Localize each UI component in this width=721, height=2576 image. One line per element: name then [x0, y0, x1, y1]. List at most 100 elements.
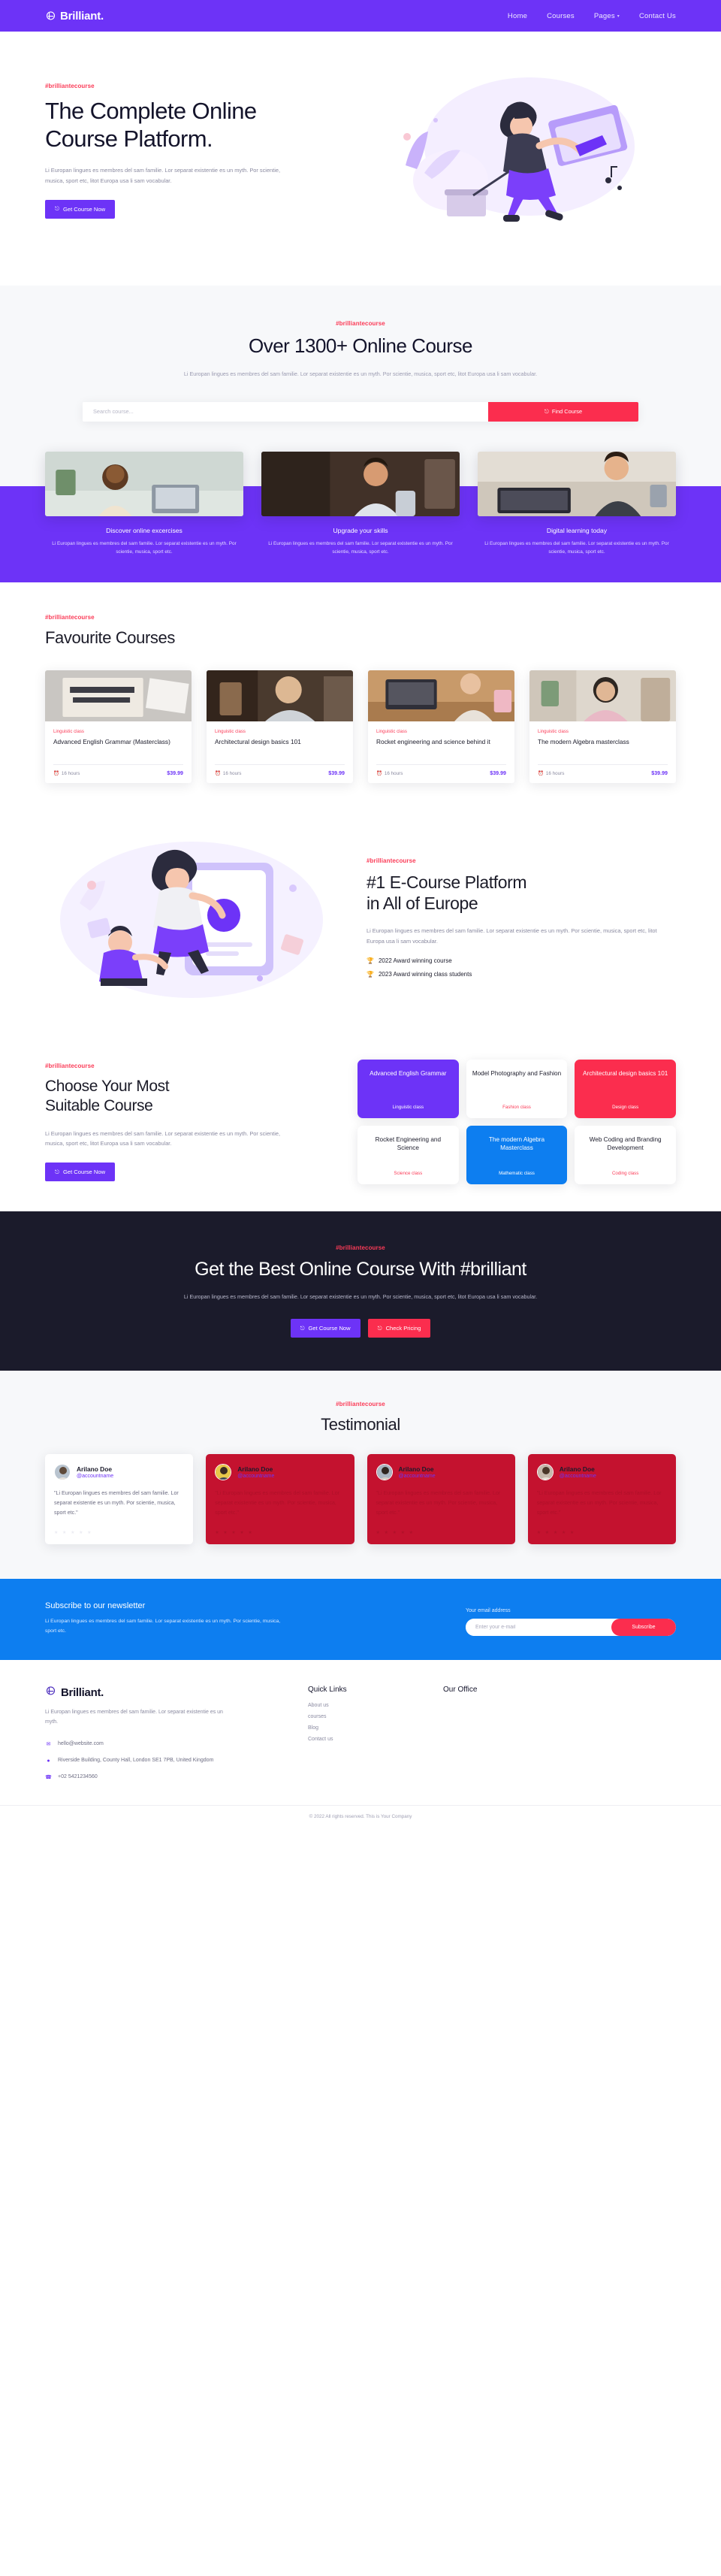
copyright-bar: © 2022 All rights reserved. This is Your…	[0, 1804, 721, 1828]
suitable-course-section: #brilliantecourse Choose Your Most Suita…	[0, 1034, 721, 1212]
feature-card: Digital learning today Li Europan lingue…	[478, 451, 676, 557]
course-card[interactable]: Linguistic class Advanced English Gramma…	[45, 670, 192, 784]
nav-links: Home Courses Pages ▾ Contact Us	[508, 12, 676, 20]
external-link-icon: ⎋	[55, 1168, 59, 1175]
tile-class: Coding class	[611, 1171, 639, 1177]
dark-cta-eyebrow: #brilliantecourse	[336, 1244, 385, 1252]
envelope-icon: ✉	[46, 1741, 51, 1747]
rating-stars: ★ ★ ★ ★ ★	[376, 1530, 415, 1535]
testimonial-card: Arilano Doe @accountname "Li Europan lin…	[45, 1453, 194, 1544]
find-course-button[interactable]: ⎋ Find Course	[488, 401, 638, 422]
testimonial-title: Testimonial	[321, 1414, 400, 1434]
hero-title: The Complete Online Course Platform.	[45, 97, 345, 154]
course-card[interactable]: Linguistic class Rocket engineering and …	[368, 670, 514, 784]
course-name: Rocket engineering and science behind it	[376, 738, 490, 746]
course-duration: ⏰ 16 hours	[538, 770, 564, 777]
nav-link-pages[interactable]: Pages ▾	[594, 12, 620, 20]
dark-cta-get-course-button[interactable]: ⎋ Get Course Now	[290, 1318, 360, 1338]
search-section: #brilliantecourse Over 1300+ Online Cour…	[0, 286, 721, 452]
course-card[interactable]: Linguistic class The modern Algebra mast…	[529, 670, 676, 784]
feature-card: Upgrade your skills Li Europan lingues e…	[261, 451, 460, 557]
search-input[interactable]	[83, 401, 488, 422]
search-eyebrow: #brilliantecourse	[336, 320, 385, 327]
divider	[53, 764, 183, 766]
footer-brand-logo[interactable]: Brilliant.	[45, 1686, 293, 1700]
search-section-title: Over 1300+ Online Course	[248, 334, 473, 357]
nav-link-pages-label: Pages	[593, 11, 615, 20]
tile-name: Model Photography and Fashion	[472, 1070, 562, 1078]
course-tag: Linguistic class	[215, 729, 246, 735]
divider	[538, 764, 668, 766]
tile-name: The modern Algebra Masterclass	[488, 1136, 545, 1152]
favourite-courses-section: #brilliantecourse Favourite Courses Ling…	[0, 582, 721, 820]
testimonial-handle: @accountname	[559, 1473, 596, 1479]
platform-section: #brilliantecourse #1 E-Course Platform i…	[0, 819, 721, 1035]
platform-title-line2: in All of Europe	[367, 893, 478, 914]
nav-link-courses[interactable]: Courses	[547, 12, 575, 20]
external-link-icon: ⎋	[544, 408, 549, 416]
suitable-paragraph: Li Europan lingues es membres del sam fa…	[45, 1129, 281, 1147]
quick-links-title: Quick Links	[308, 1686, 347, 1695]
testimonial-name: Arilano Doe	[398, 1465, 434, 1473]
newsletter-field-label: Your email address	[466, 1608, 511, 1614]
testimonial-handle: @accountname	[398, 1473, 436, 1479]
subscribe-bar: Subscribe	[466, 1619, 676, 1637]
brand-logo[interactable]: Brilliant.	[45, 10, 104, 23]
course-tile[interactable]: Rocket Engineering and Science Science c…	[357, 1126, 459, 1185]
suitable-get-course-button[interactable]: ⎋ Get Course Now	[45, 1163, 116, 1182]
course-card-grid: Linguistic class Advanced English Gramma…	[45, 670, 676, 784]
course-name: The modern Algebra masterclass	[538, 738, 629, 746]
contact-email[interactable]: ✉ hello@website.com	[45, 1740, 293, 1749]
nav-link-contact-us[interactable]: Contact Us	[639, 12, 676, 20]
hero-section: #brilliantecourse The Complete Online Co…	[0, 32, 721, 286]
footer-link-blog[interactable]: Blog	[308, 1725, 428, 1731]
platform-illustration	[45, 831, 345, 1004]
dark-cta-primary-label: Get Course Now	[308, 1324, 351, 1332]
nav-link-home[interactable]: Home	[508, 12, 527, 20]
course-tile[interactable]: The modern Algebra Masterclass Mathemati…	[466, 1126, 568, 1185]
phone-icon: ☎	[45, 1774, 52, 1780]
email-input[interactable]	[466, 1619, 611, 1637]
clock-icon: ⏰	[538, 771, 544, 777]
course-tile[interactable]: Model Photography and Fashion Fashion cl…	[466, 1060, 568, 1119]
footer-description: Li Europan lingues es membres del sam fa…	[45, 1710, 223, 1725]
contact-phone-text: +02 5421234560	[58, 1773, 98, 1779]
footer-brand-name: Brilliant.	[61, 1686, 104, 1700]
tile-class: Mathematic class	[499, 1171, 535, 1177]
hero-get-course-button[interactable]: ⎋ Get Course Now	[45, 199, 116, 219]
trophy-icon: 🏆	[367, 971, 374, 978]
feature-title: Discover online excercises	[106, 526, 183, 534]
contact-phone[interactable]: ☎ +02 5421234560	[45, 1773, 293, 1782]
tile-class: Linguistic class	[392, 1105, 424, 1111]
course-price: $39.99	[651, 770, 668, 777]
footer-link-about-us[interactable]: About us	[308, 1703, 428, 1708]
tile-name: Architectural design basics 101	[583, 1070, 668, 1078]
feature-card: Discover online excercises Li Europan li…	[45, 451, 243, 557]
platform-text-block: #brilliantecourse #1 E-Course Platform i…	[367, 857, 676, 978]
location-pin-icon: ●	[47, 1758, 50, 1764]
feature-cards-section: Discover online excercises Li Europan li…	[0, 451, 721, 583]
course-tile[interactable]: Advanced English Grammar Linguistic clas…	[357, 1060, 459, 1119]
nav-link-courses-label: Courses	[547, 11, 575, 20]
course-card[interactable]: Linguistic class Architectural design ba…	[207, 670, 353, 784]
rating-stars: ★ ★ ★ ★ ★	[536, 1530, 576, 1535]
clock-icon: ⏰	[376, 771, 382, 777]
hero-eyebrow: #brilliantecourse	[45, 82, 95, 89]
course-price: $39.99	[167, 770, 183, 777]
testimonial-quote: "Li Europan lingues es membres del sam f…	[54, 1489, 179, 1516]
hero-text-block: #brilliantecourse The Complete Online Co…	[45, 83, 345, 219]
footer-link-contact-us[interactable]: Contact us	[308, 1737, 428, 1742]
course-tile[interactable]: Web Coding and Branding Development Codi…	[575, 1126, 676, 1185]
feature-text: Li Europan lingues es membres del sam fa…	[484, 540, 669, 555]
course-hours-label: 16 hours	[384, 770, 403, 776]
course-tile[interactable]: Architectural design basics 101 Design c…	[575, 1060, 676, 1119]
course-name: Advanced English Grammar (Masterclass)	[53, 738, 170, 746]
subscribe-button[interactable]: Subscribe	[611, 1619, 676, 1637]
dark-cta-check-pricing-button[interactable]: ⎋ Check Pricing	[367, 1318, 431, 1338]
suitable-text-block: #brilliantecourse Choose Your Most Suita…	[45, 1063, 338, 1182]
tile-name: Advanced English Grammar	[370, 1070, 447, 1078]
book-logo-icon	[45, 11, 56, 22]
course-tag: Linguistic class	[538, 729, 569, 735]
footer-link-courses[interactable]: courses	[308, 1714, 428, 1719]
newsletter-text: Li Europan lingues es membres del sam fa…	[45, 1618, 281, 1634]
